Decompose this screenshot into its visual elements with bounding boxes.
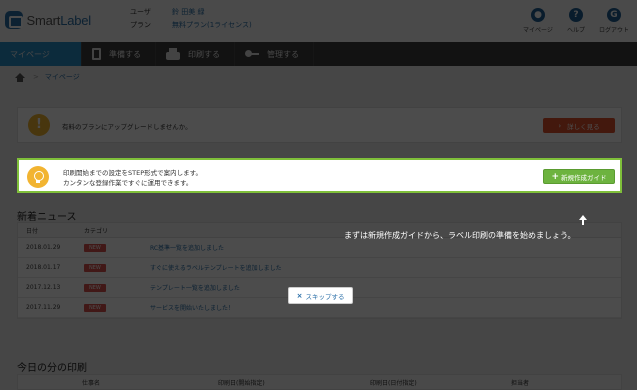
new-guide-button-label: 新規作成ガイド	[561, 173, 607, 182]
logout-icon: G	[607, 8, 621, 22]
logo-text-label: Label	[60, 12, 91, 28]
nav-mypage[interactable]: マイページ	[0, 42, 82, 66]
news-link[interactable]: テンプレート一覧を追加しました	[150, 283, 621, 292]
guide-description: 印刷開始までの設定をSTEP形式で案内します。 カンタンな登録作業ですぐに運用で…	[63, 168, 202, 188]
lightbulb-icon	[27, 166, 49, 188]
new-guide-panel: 印刷開始までの設定をSTEP形式で案内します。 カンタンな登録作業ですぐに運用で…	[17, 158, 622, 193]
job-name-header: 仕事名	[82, 380, 101, 387]
today-print-title: 今日の分の印刷	[17, 363, 87, 374]
new-badge: NEW	[84, 303, 106, 312]
news-row: 2018.01.17 NEW すぐに使えるラベルテンプレートを追加しました	[18, 258, 621, 278]
header-links: ● マイページ ? ヘルプ G ログアウト	[519, 8, 633, 34]
app-header: SmartLabel ユーザ 鈴 田美 緑 プラン 無料プラン(1ライセンス) …	[0, 0, 637, 42]
nav-prepare-label: 準備する	[109, 49, 141, 59]
breadcrumb-separator: >	[33, 73, 39, 81]
new-badge: NEW	[84, 263, 106, 272]
logo-text-smart: Smart	[26, 12, 61, 28]
news-link[interactable]: サービスを開始いたしました！	[150, 303, 621, 312]
print-date-start-header: 印刷日(開始指定)	[218, 380, 265, 387]
help-link-label: ヘルプ	[566, 27, 585, 34]
logo-icon	[5, 11, 23, 29]
tutorial-tip: まずは新規作成ガイドから、ラベル印刷の準備を始めましょう。	[344, 231, 576, 240]
news-category: NEW	[84, 263, 150, 272]
news-date: 2018.01.17	[26, 264, 61, 271]
breadcrumb: > マイページ	[15, 72, 80, 82]
plan-label: プラン	[130, 21, 151, 29]
nav-mypage-label: マイページ	[10, 49, 50, 59]
nav-manage-label: 管理する	[267, 49, 299, 59]
guide-line-1: 印刷開始までの設定をSTEP形式で案内します。	[63, 169, 202, 177]
news-category: NEW	[84, 283, 150, 292]
mypage-link-label: マイページ	[523, 27, 553, 34]
news-category: NEW	[84, 243, 150, 252]
nav-print-label: 印刷する	[188, 49, 220, 59]
help-link[interactable]: ? ヘルプ	[557, 8, 595, 34]
main-nav: マイページ 準備する 印刷する 管理する	[0, 42, 637, 66]
account-plan-row: プラン 無料プラン(1ライセンス)	[130, 19, 252, 32]
account-user-row: ユーザ 鈴 田美 緑	[130, 6, 252, 19]
news-row: 2018.01.29 NEW RC基準一覧を追加しました	[18, 238, 621, 258]
news-category-header: カテゴリ	[84, 227, 109, 235]
news-date: 2017.11.29	[26, 304, 61, 311]
user-name[interactable]: 鈴 田美 緑	[172, 6, 204, 19]
plus-icon: +	[551, 171, 560, 182]
logout-link[interactable]: G ログアウト	[595, 8, 633, 34]
news-link[interactable]: RC基準一覧を追加しました	[150, 243, 621, 252]
breadcrumb-current: マイページ	[44, 73, 80, 81]
assignee-header: 担当者	[511, 380, 530, 387]
printer-icon	[166, 47, 180, 60]
key-icon	[245, 50, 259, 58]
skip-button-label: スキップする	[305, 292, 345, 301]
nav-print[interactable]: 印刷する	[156, 42, 235, 66]
document-icon	[92, 48, 101, 60]
today-print-table-header: 仕事名 印刷日(開始指定) 印刷日(日付指定) 担当者	[17, 374, 622, 390]
user-label: ユーザ	[130, 8, 151, 16]
skip-tutorial-button[interactable]: × スキップする	[288, 287, 353, 304]
arrow-up-icon	[578, 215, 588, 227]
new-badge: NEW	[84, 283, 106, 292]
plan-name[interactable]: 無料プラン(1ライセンス)	[172, 19, 252, 32]
news-title: 新着ニュース	[17, 212, 77, 223]
news-date: 2017.12.13	[26, 284, 61, 291]
details-button-label: 詳しく見る	[567, 122, 600, 131]
mypage-link[interactable]: ● マイページ	[519, 8, 557, 34]
nav-prepare[interactable]: 準備する	[82, 42, 156, 66]
upgrade-alert: ! 有料のプランにアップグレードしませんか。 › 詳しく見る	[17, 107, 622, 143]
logout-link-label: ログアウト	[598, 27, 629, 34]
guide-line-2: カンタンな登録作業ですぐに運用できます。	[63, 179, 193, 187]
close-icon: ×	[296, 291, 303, 300]
user-icon: ●	[531, 8, 545, 22]
help-icon: ?	[569, 8, 583, 22]
upgrade-alert-text: 有料のプランにアップグレードしませんか。	[62, 123, 192, 131]
new-guide-button[interactable]: + 新規作成ガイド	[543, 169, 615, 184]
print-date-fixed-header: 印刷日(日付指定)	[370, 380, 417, 387]
smartlabel-logo[interactable]: SmartLabel	[5, 9, 91, 31]
news-date: 2018.01.29	[26, 244, 61, 251]
nav-manage[interactable]: 管理する	[235, 42, 314, 66]
news-link[interactable]: すぐに使えるラベルテンプレートを追加しました	[150, 263, 621, 272]
details-button[interactable]: › 詳しく見る	[543, 118, 615, 133]
chevron-right-icon: ›	[558, 121, 562, 130]
home-icon[interactable]	[15, 72, 25, 82]
account-info: ユーザ 鈴 田美 緑 プラン 無料プラン(1ライセンス)	[130, 6, 252, 32]
news-date-header: 日付	[26, 227, 39, 235]
logo-text: SmartLabel	[26, 12, 92, 28]
new-badge: NEW	[84, 243, 106, 252]
warning-icon: !	[28, 114, 50, 136]
news-category: NEW	[84, 303, 150, 312]
